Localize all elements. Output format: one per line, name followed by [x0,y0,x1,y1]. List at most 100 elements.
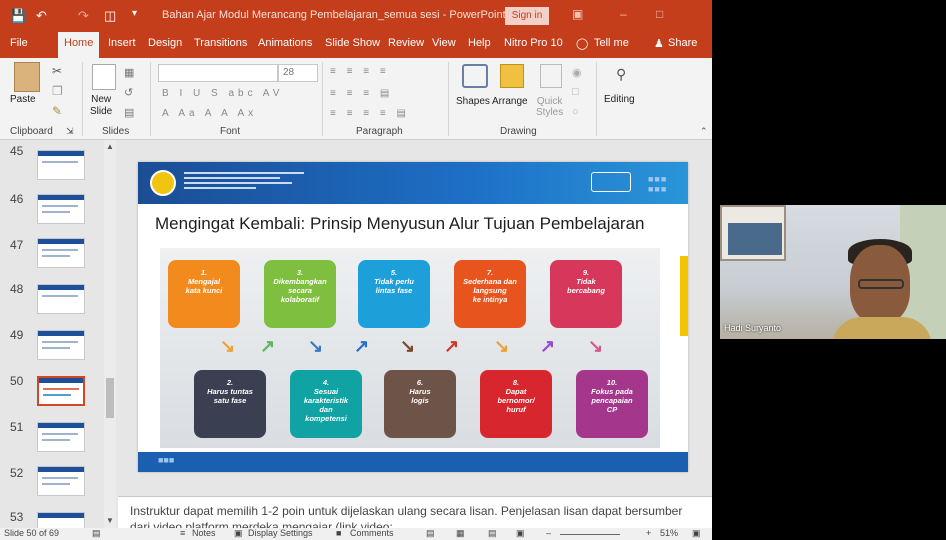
scroll-down-icon[interactable]: ▼ [106,516,114,525]
new-slide-icon[interactable] [92,64,116,90]
slide-thumbnail[interactable] [37,466,85,496]
undo-icon[interactable]: ↶ [36,8,47,24]
align-buttons[interactable]: ≡ ≡ ≡ ≡ ▤ [330,108,410,119]
speaker-notes[interactable]: Instruktur dapat memilih 1-2 poin untuk … [118,496,712,530]
scrollbar-thumb[interactable] [106,378,114,418]
quick-styles-button[interactable]: Quick Styles [536,96,563,118]
tab-slide-show[interactable]: Slide Show [325,37,380,49]
fit-to-window-icon[interactable]: ▣ [692,528,701,539]
slide-thumbnail[interactable] [37,194,85,224]
slide-thumbnail-selected[interactable] [37,376,85,406]
font-size-input[interactable]: 28 [278,64,318,82]
reset-icon[interactable]: ↺ [124,86,133,99]
normal-view-icon[interactable]: ▤ [426,528,435,539]
title-bar: 💾 ↶ ↷ ◫ ▾ Bahan Ajar Modul Merancang Pem… [0,0,712,32]
spellcheck-icon[interactable]: ▤ [92,528,101,539]
thumb-number: 52 [10,466,24,480]
slide-thumbnail[interactable] [37,150,85,180]
list-buttons[interactable]: ≡ ≡ ≡ ≡ [330,66,390,77]
slide-header-band: ■■■ ■■■ [138,162,688,204]
zoom-level[interactable]: 51% [660,528,678,538]
shape-outline-icon[interactable]: □ [572,86,579,98]
maximize-icon[interactable]: □ [656,7,663,21]
scroll-up-icon[interactable]: ▲ [106,142,114,151]
display-settings-button[interactable]: Display Settings [248,528,313,538]
thumb-number: 47 [10,238,24,252]
tab-animations[interactable]: Animations [258,37,312,49]
quick-styles-icon[interactable] [540,64,562,88]
zoom-out-icon[interactable]: – [546,528,551,538]
slide-title[interactable]: Mengingat Kembali: Prinsip Menyusun Alur… [155,214,645,234]
arrow-icon: ↗ [260,336,276,356]
arrow-icon: ↗ [540,336,556,356]
ribbon-display-icon[interactable]: ▣ [572,7,583,21]
redo-icon[interactable]: ↷ [78,8,89,24]
tab-insert[interactable]: Insert [108,37,136,49]
font-color-buttons[interactable]: A Aa A A Ax [162,108,257,119]
tab-home[interactable]: Home [58,32,100,58]
lightbulb-icon: ◯ [576,38,589,50]
slide-thumbnail[interactable] [37,330,85,360]
sekolah-penggerak-logo [591,172,631,192]
save-icon[interactable]: 💾 [10,8,26,24]
notes-icon[interactable]: ≡ [180,528,185,538]
search-icon[interactable]: ⚲ [616,66,626,83]
zoom-in-icon[interactable]: + [646,528,651,538]
font-format-buttons[interactable]: B I U S abc AV [162,88,283,99]
notes-button[interactable]: Notes [192,528,216,538]
comments-button[interactable]: Comments [350,528,394,538]
slide-thumbnail[interactable] [37,422,85,452]
arrange-icon[interactable] [500,64,524,88]
customize-qat-icon[interactable]: ▾ [132,8,137,19]
minimize-icon[interactable]: – [620,7,627,21]
shape-fill-icon[interactable]: ◉ [572,66,582,79]
arrow-icon: ↘ [220,336,236,356]
paste-button[interactable]: Paste [10,94,36,105]
copy-icon[interactable]: ❐ [52,84,63,98]
tab-help[interactable]: Help [468,37,491,49]
collapse-ribbon-icon[interactable]: ⌃ [700,126,708,137]
presenter-icon[interactable]: ◫ [104,8,116,24]
slide-thumbnail[interactable] [37,238,85,268]
dialog-launcher-icon[interactable]: ⇲ [66,126,74,137]
comments-icon[interactable]: ■ [336,528,341,538]
arrange-button[interactable]: Arrange [492,96,528,107]
cut-icon[interactable]: ✂ [52,64,62,78]
tell-me-search[interactable]: Tell me [594,37,629,49]
shape-effects-icon[interactable]: ○ [572,106,579,118]
dot-pattern: ■■■ ■■■ [648,174,668,194]
format-painter-icon[interactable]: ✎ [52,104,62,118]
zoom-slider[interactable] [560,534,620,535]
tab-view[interactable]: View [432,37,456,49]
sign-in-button[interactable]: Sign in [505,7,549,25]
tab-review[interactable]: Review [388,37,424,49]
thumb-number: 46 [10,192,24,206]
tab-nitro[interactable]: Nitro Pro 10 [504,37,563,49]
new-slide-button[interactable]: New Slide [90,94,112,118]
section-icon[interactable]: ▤ [124,106,134,119]
slideshow-icon[interactable]: ▣ [516,528,525,539]
layout-icon[interactable]: ▦ [124,66,134,79]
shapes-button[interactable]: Shapes [456,96,490,107]
thumbnail-scrollbar[interactable]: ▲ ▼ [104,140,116,530]
font-name-input[interactable] [158,64,278,82]
tab-transitions[interactable]: Transitions [194,37,247,49]
ministry-name-lines [184,172,304,194]
shapes-icon[interactable] [462,64,488,88]
clipboard-icon[interactable] [14,62,40,92]
slide-canvas[interactable]: ■■■ ■■■ Mengingat Kembali: Prinsip Menyus… [138,162,688,472]
reading-view-icon[interactable]: ▤ [488,528,497,539]
direction-buttons[interactable]: ≡ ≡ ≡ ▤ [330,88,393,99]
slide-thumbnail[interactable] [37,284,85,314]
editing-button[interactable]: Editing [604,94,635,105]
slide-counter: Slide 50 of 69 [4,528,60,538]
thumb-number: 53 [10,510,24,524]
tab-file[interactable]: File [10,37,28,49]
share-button[interactable]: Share [668,37,697,49]
tab-design[interactable]: Design [148,37,182,49]
participant-video-tile: Hadi Suryanto [720,205,946,339]
principle-card-1: 1. Mengajal kata kunci [168,260,240,328]
display-settings-icon[interactable]: ▣ [234,528,243,539]
thumb-number: 51 [10,420,24,434]
slide-sorter-icon[interactable]: ▦ [456,528,465,539]
